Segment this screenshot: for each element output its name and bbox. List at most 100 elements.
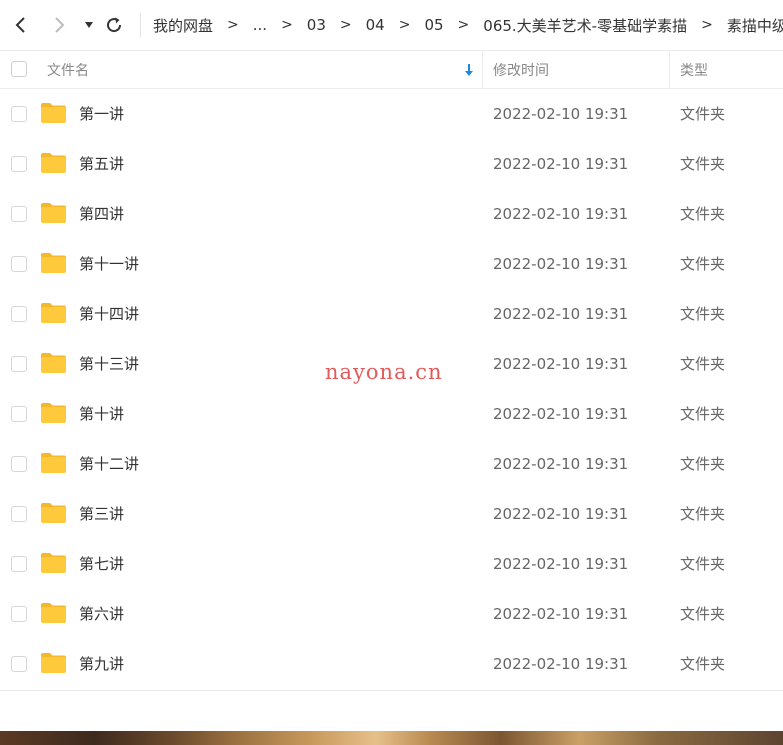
file-row[interactable]: 第十二讲 2022-02-10 19:31 文件夹 [0,439,783,489]
row-checkbox[interactable] [11,206,27,222]
file-type: 文件夹 [680,355,726,373]
refresh-icon [107,17,122,33]
file-modified-time: 2022-02-10 19:31 [493,455,629,473]
folder-icon [41,153,66,173]
row-checkbox[interactable] [11,256,27,272]
file-name[interactable]: 第十讲 [79,389,124,439]
row-checkbox[interactable] [11,306,27,322]
file-modified-time: 2022-02-10 19:31 [493,405,629,423]
file-modified-time: 2022-02-10 19:31 [493,205,629,223]
breadcrumb-item-course[interactable]: 065.大美羊艺术-零基础学素描 [483,15,687,36]
breadcrumb-separator: > [457,17,470,33]
column-header-type[interactable]: 类型 [680,51,708,88]
chevron-left-icon [15,17,25,33]
forward-button[interactable] [46,11,72,39]
sort-down-arrow-icon[interactable] [462,62,476,78]
back-button[interactable] [8,11,34,39]
file-modified-time: 2022-02-10 19:31 [493,555,629,573]
file-name[interactable]: 第十三讲 [79,339,139,389]
refresh-button[interactable] [102,11,126,39]
folder-icon [41,203,66,223]
file-row[interactable]: 第三讲 2022-02-10 19:31 文件夹 [0,489,783,539]
breadcrumb-separator: > [398,17,411,33]
file-name[interactable]: 第九讲 [79,639,124,689]
file-row[interactable]: 第十讲 2022-02-10 19:31 文件夹 [0,389,783,439]
file-modified-time: 2022-02-10 19:31 [493,255,629,273]
breadcrumb-item-03[interactable]: 03 [307,16,326,34]
file-row[interactable]: 第六讲 2022-02-10 19:31 文件夹 [0,589,783,639]
history-dropdown-button[interactable] [80,11,98,39]
file-type: 文件夹 [680,605,726,623]
file-name[interactable]: 第十四讲 [79,289,139,339]
folder-icon [41,403,66,423]
folder-icon [41,553,66,573]
column-header-name[interactable]: 文件名 [47,51,89,88]
navigation-toolbar: 我的网盘 > ... > 03 > 04 > 05 > 065.大美羊艺术-零基… [0,0,783,51]
file-type: 文件夹 [680,505,726,523]
folder-icon [41,253,66,273]
row-checkbox[interactable] [11,406,27,422]
breadcrumb-separator: > [339,17,352,33]
watermark-text: nayona.cn [325,360,443,384]
row-checkbox[interactable] [11,656,27,672]
breadcrumb-separator: > [701,17,713,33]
file-type: 文件夹 [680,205,726,223]
file-name[interactable]: 第七讲 [79,539,124,589]
column-divider[interactable] [669,51,670,88]
file-modified-time: 2022-02-10 19:31 [493,605,629,623]
file-type: 文件夹 [680,155,726,173]
folder-icon [41,303,66,323]
file-type: 文件夹 [680,255,726,273]
file-modified-time: 2022-02-10 19:31 [493,305,629,323]
caret-down-icon [85,22,93,28]
row-checkbox[interactable] [11,556,27,572]
file-modified-time: 2022-02-10 19:31 [493,155,629,173]
folder-icon [41,503,66,523]
file-type: 文件夹 [680,655,726,673]
folder-icon [41,653,66,673]
file-name[interactable]: 第六讲 [79,589,124,639]
folder-icon [41,103,66,123]
row-checkbox[interactable] [11,456,27,472]
file-modified-time: 2022-02-10 19:31 [493,655,629,673]
background-photo-strip [0,731,783,745]
toolbar-divider [140,13,141,37]
file-row[interactable]: 第七讲 2022-02-10 19:31 文件夹 [0,539,783,589]
file-name[interactable]: 第一讲 [79,89,124,139]
file-name[interactable]: 第十一讲 [79,239,139,289]
breadcrumb-item-ellipsis[interactable]: ... [253,16,267,34]
file-type: 文件夹 [680,455,726,473]
file-type: 文件夹 [680,305,726,323]
file-type: 文件夹 [680,105,726,123]
file-name[interactable]: 第三讲 [79,489,124,539]
file-name[interactable]: 第十二讲 [79,439,139,489]
select-all-checkbox[interactable] [11,61,27,77]
breadcrumb-item-current[interactable]: 素描中级 [727,15,783,36]
breadcrumb-item-05[interactable]: 05 [424,16,443,34]
row-checkbox[interactable] [11,606,27,622]
column-divider[interactable] [482,51,483,88]
file-modified-time: 2022-02-10 19:31 [493,505,629,523]
breadcrumb-separator: > [281,17,293,33]
row-checkbox[interactable] [11,356,27,372]
file-row[interactable]: 第九讲 2022-02-10 19:31 文件夹 [0,639,783,689]
file-row[interactable]: 第四讲 2022-02-10 19:31 文件夹 [0,189,783,239]
file-type: 文件夹 [680,405,726,423]
file-name[interactable]: 第五讲 [79,139,124,189]
breadcrumb-item-04[interactable]: 04 [366,16,385,34]
row-checkbox[interactable] [11,156,27,172]
file-row[interactable]: 第五讲 2022-02-10 19:31 文件夹 [0,139,783,189]
file-row[interactable]: 第一讲 2022-02-10 19:31 文件夹 [0,89,783,139]
row-checkbox[interactable] [11,506,27,522]
chevron-right-icon [55,17,65,33]
file-row[interactable]: 第十四讲 2022-02-10 19:31 文件夹 [0,289,783,339]
list-divider [0,690,783,691]
breadcrumb: 我的网盘 > ... > 03 > 04 > 05 > 065.大美羊艺术-零基… [153,0,783,50]
column-header-modified[interactable]: 修改时间 [493,51,549,88]
file-modified-time: 2022-02-10 19:31 [493,355,629,373]
file-row[interactable]: 第十一讲 2022-02-10 19:31 文件夹 [0,239,783,289]
file-name[interactable]: 第四讲 [79,189,124,239]
row-checkbox[interactable] [11,106,27,122]
breadcrumb-item-root[interactable]: 我的网盘 [153,15,213,36]
file-modified-time: 2022-02-10 19:31 [493,105,629,123]
